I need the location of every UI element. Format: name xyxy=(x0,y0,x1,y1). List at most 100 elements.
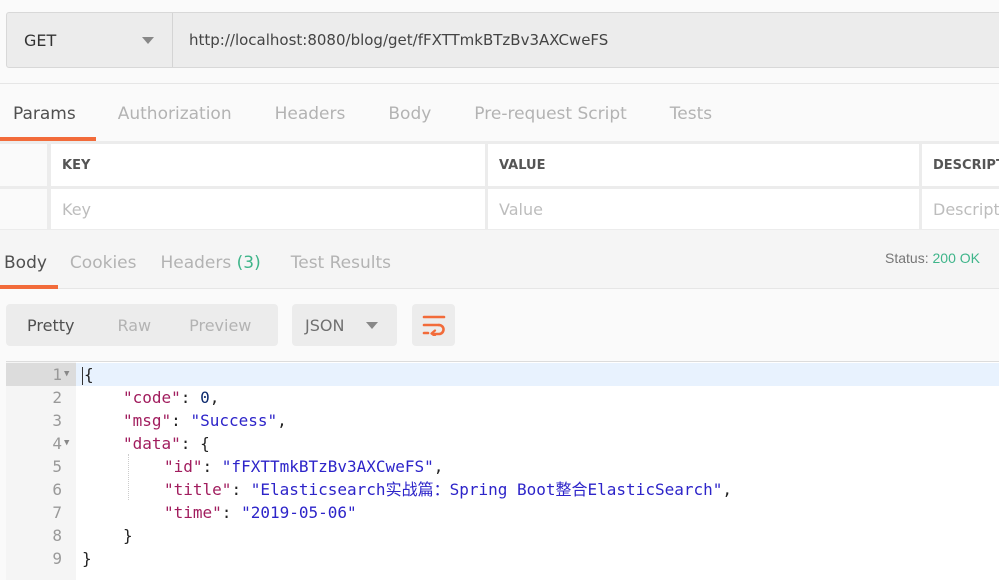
code-text: "msg": "Success", xyxy=(123,409,287,432)
json-key: "data" xyxy=(123,434,181,453)
json-key: "title" xyxy=(164,480,232,499)
code-text: "id": "fFXTTmkBTzBv3AXCweFS", xyxy=(164,455,443,478)
code-text: "data": { xyxy=(123,432,210,455)
tab-label: Cookies xyxy=(69,253,137,273)
json-key: "time" xyxy=(164,503,222,522)
json-number: 0 xyxy=(200,388,210,407)
tab-label: Body xyxy=(4,253,47,273)
params-header-key: KEY xyxy=(51,144,485,186)
mode-raw-button[interactable]: Raw xyxy=(117,316,151,335)
code-text: "code": 0, xyxy=(123,386,219,409)
param-description-input[interactable]: Description xyxy=(922,189,999,229)
tab-label: Pre-request Script xyxy=(474,104,627,124)
url-input[interactable]: http://localhost:8080/blog/get/fFXTTmkBT… xyxy=(173,13,608,67)
params-row-checkbox xyxy=(0,189,47,229)
tab-pre-request-script[interactable]: Pre-request Script xyxy=(474,95,627,141)
code-line: 3 "msg": "Success", xyxy=(6,409,999,432)
code-line: 8} xyxy=(6,524,999,547)
tab-response-headers[interactable]: Headers (3) xyxy=(160,247,260,289)
code-line: 7 "time": "2019-05-06" xyxy=(6,501,999,524)
tab-label: Authorization xyxy=(117,104,232,124)
method-select[interactable]: GET xyxy=(7,13,173,67)
request-tabs: Params Authorization Headers Body Pre-re… xyxy=(0,95,712,141)
tab-label: Tests xyxy=(669,104,713,124)
json-punctuation: : xyxy=(180,388,201,407)
response-tabs: Body Cookies Headers (3) Test Results xyxy=(0,247,391,289)
tab-cookies[interactable]: Cookies xyxy=(70,247,137,289)
mode-pretty-button[interactable]: Pretty xyxy=(27,316,74,335)
params-header-description: DESCRIPTION xyxy=(922,144,999,186)
code-text: "title": "Elasticsearch实战篇：Spring Boot整合… xyxy=(164,478,732,501)
status-badge: 200 OK xyxy=(932,250,980,266)
tab-headers[interactable]: Headers xyxy=(275,95,346,141)
wrap-lines-button[interactable] xyxy=(412,304,455,346)
text-cursor xyxy=(82,366,83,385)
tab-response-body[interactable]: Body xyxy=(0,247,58,289)
chevron-down-icon xyxy=(366,322,378,329)
tab-label: Headers xyxy=(274,104,346,124)
response-body-editor[interactable]: 1 ▼{2 "code": 0, 3 "msg": "Success", 4 ▼ "data"… xyxy=(6,361,999,580)
wrap-lines-icon xyxy=(422,315,445,336)
tab-label: Params xyxy=(13,104,76,124)
code-text: "time": "2019-05-06" xyxy=(164,501,357,524)
line-number: 7 xyxy=(52,503,62,522)
json-string: "Elasticsearch实战篇：Spring Boot整合ElasticSe… xyxy=(250,480,723,499)
param-value-input[interactable]: Value xyxy=(488,189,919,229)
json-punctuation: : xyxy=(231,480,251,499)
language-label: JSON xyxy=(305,315,345,335)
code-line: 9} xyxy=(6,547,999,570)
json-key: "id" xyxy=(164,457,203,476)
tab-test-results[interactable]: Test Results xyxy=(291,247,391,289)
json-string: "Success" xyxy=(190,411,278,430)
tab-body[interactable]: Body xyxy=(388,95,431,141)
fold-toggle-icon[interactable]: ▼ xyxy=(64,432,69,455)
tab-label: Headers xyxy=(160,253,232,273)
tab-params[interactable]: Params xyxy=(0,95,96,141)
json-punctuation: , xyxy=(433,457,444,476)
code-line: 2 "code": 0, xyxy=(6,386,999,409)
language-select[interactable]: JSON xyxy=(292,304,397,346)
format-mode-group: Pretty Raw Preview xyxy=(6,304,278,346)
param-key-input[interactable]: Key xyxy=(51,189,485,229)
json-punctuation: : xyxy=(171,411,191,430)
json-string: "fFXTTmkBTzBv3AXCweFS" xyxy=(221,457,434,476)
code-text: } xyxy=(123,524,133,547)
method-label: GET xyxy=(24,30,57,50)
json-punctuation: , xyxy=(277,411,287,430)
json-punctuation: , xyxy=(209,388,220,407)
headers-count-badge: (3) xyxy=(236,253,261,273)
json-punctuation: } xyxy=(123,526,133,545)
json-punctuation: : xyxy=(202,457,222,476)
code-line: 1 ▼{ xyxy=(6,363,999,386)
line-number: 9 xyxy=(52,549,62,568)
json-punctuation: } xyxy=(82,549,92,568)
line-number: 3 xyxy=(52,411,62,430)
line-number: 2 xyxy=(52,388,62,407)
response-status: Status: 200 OK xyxy=(885,250,980,266)
json-key: "msg" xyxy=(123,411,172,430)
divider xyxy=(0,83,999,84)
indent-guide xyxy=(128,454,129,500)
json-punctuation: , xyxy=(722,480,733,499)
code-line: 6 "title": "Elasticsearch实战篇：Spring Boot整… xyxy=(6,478,999,501)
json-punctuation: { xyxy=(84,365,94,384)
json-key: "code" xyxy=(123,388,181,407)
params-header-checkbox-col xyxy=(0,144,47,186)
line-number: 8 xyxy=(52,526,62,545)
tab-label: Body xyxy=(388,104,432,124)
mode-preview-button[interactable]: Preview xyxy=(189,316,251,335)
code-text: } xyxy=(82,547,92,570)
tab-label: Test Results xyxy=(290,253,392,273)
line-number: 6 xyxy=(52,480,62,499)
code-line: 4 ▼ "data": { xyxy=(6,432,999,455)
status-label: Status: xyxy=(885,250,929,266)
tab-authorization[interactable]: Authorization xyxy=(118,95,232,141)
tab-tests[interactable]: Tests xyxy=(670,95,712,141)
fold-toggle-icon[interactable]: ▼ xyxy=(64,363,69,386)
line-number: 5 xyxy=(52,457,62,476)
code-text: { xyxy=(82,363,94,386)
json-punctuation: : { xyxy=(180,434,210,453)
params-table: KEY VALUE DESCRIPTION Key Value Descript… xyxy=(0,141,999,230)
request-url-bar: GET http://localhost:8080/blog/get/fFXTT… xyxy=(6,12,999,68)
json-string: "2019-05-06" xyxy=(241,503,357,522)
